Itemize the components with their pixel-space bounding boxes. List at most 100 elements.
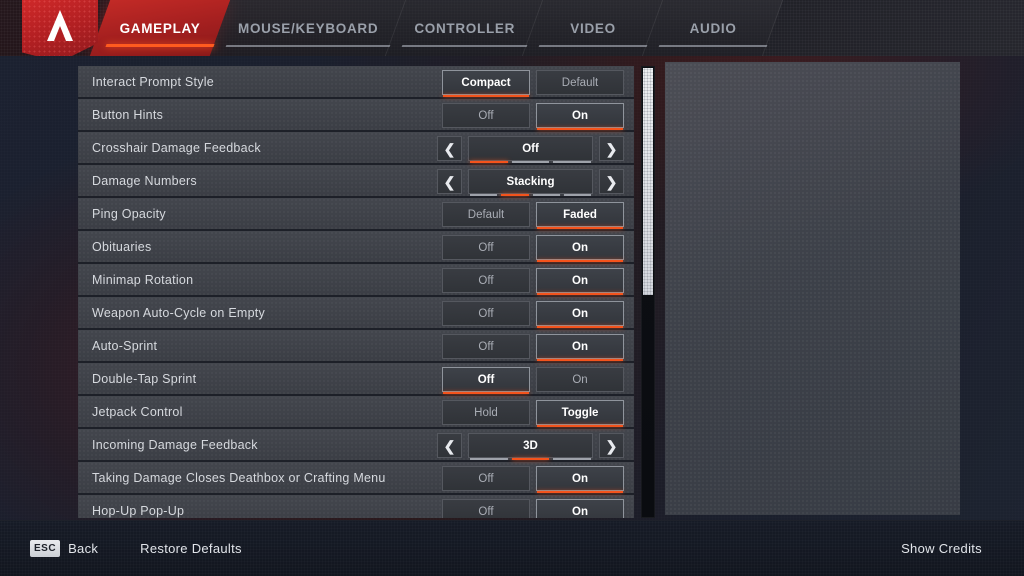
settings-row-label-minimap-rotation: Minimap Rotation: [92, 272, 194, 287]
tab-video-underline: [538, 45, 648, 47]
settings-row-label-hop-up-pop-up: Hop-Up Pop-Up: [92, 503, 185, 518]
option-interact-prompt-style-compact[interactable]: Compact: [442, 70, 530, 97]
back-label: Back: [68, 541, 99, 556]
chevron-left-icon[interactable]: ❮: [437, 433, 462, 458]
tab-audio-underline: [658, 45, 768, 47]
stepper-segment: [511, 458, 550, 460]
stepper-segment: [553, 161, 592, 163]
option-obituaries-on[interactable]: On: [536, 235, 624, 262]
settings-row-control-damage-numbers: ❮ Stacking ❯: [437, 165, 624, 198]
settings-row-weapon-auto-cycle-on-empty: Weapon Auto-Cycle on Empty Off On: [78, 297, 634, 330]
footer-left-actions: ESC Back Restore Defaults: [30, 540, 242, 557]
option-interact-prompt-style-default[interactable]: Default: [536, 70, 624, 95]
settings-row-jetpack-control: Jetpack Control Hold Toggle: [78, 396, 634, 429]
top-navigation-bar: GAMEPLAY MOUSE/KEYBOARD CONTROLLER VIDEO: [0, 0, 1024, 56]
option-taking-damage-closes-deathbox-or-crafting-menu-off[interactable]: Off: [442, 466, 530, 491]
stepper-segments-damage-numbers: [470, 194, 591, 196]
stepper-crosshair-damage-feedback: ❮ Off ❯: [437, 136, 624, 163]
settings-row-minimap-rotation: Minimap Rotation Off On: [78, 264, 634, 297]
settings-row-control-auto-sprint: Off On: [442, 330, 624, 363]
settings-row-control-hop-up-pop-up: Off On: [442, 495, 624, 518]
settings-row-auto-sprint: Auto-Sprint Off On: [78, 330, 634, 363]
stepper-damage-numbers: ❮ Stacking ❯: [437, 169, 624, 196]
settings-scrollbar-track[interactable]: [641, 66, 655, 518]
option-double-tap-sprint-off[interactable]: Off: [442, 367, 530, 394]
option-hop-up-pop-up-on[interactable]: On: [536, 499, 624, 518]
stepper-segments-incoming-damage-feedback: [470, 458, 592, 460]
stepper-incoming-damage-feedback: ❮ 3D ❯: [437, 433, 624, 460]
stepper-value-box-incoming-damage-feedback[interactable]: 3D: [468, 433, 593, 460]
stepper-segment: [470, 458, 508, 460]
settings-row-control-incoming-damage-feedback: ❮ 3D ❯: [437, 429, 624, 462]
stepper-value-box-damage-numbers[interactable]: Stacking: [468, 169, 593, 196]
option-double-tap-sprint-on[interactable]: On: [536, 367, 624, 392]
settings-row-label-jetpack-control: Jetpack Control: [92, 404, 183, 419]
stepper-segment: [501, 194, 529, 196]
tab-mouse-keyboard-label: MOUSE/KEYBOARD: [238, 20, 379, 36]
settings-row-label-auto-sprint: Auto-Sprint: [92, 338, 158, 353]
settings-row-control-button-hints: Off On: [442, 99, 624, 132]
tab-audio[interactable]: AUDIO: [642, 0, 784, 56]
settings-row-label-crosshair-damage-feedback: Crosshair Damage Feedback: [92, 140, 261, 155]
option-button-hints-off[interactable]: Off: [442, 103, 530, 128]
option-ping-opacity-faded[interactable]: Faded: [536, 202, 624, 229]
apex-legends-logo-icon: [22, 0, 98, 56]
settings-row-damage-numbers: Damage Numbers ❮ Stacking ❯: [78, 165, 634, 198]
back-button[interactable]: ESC Back: [30, 540, 98, 557]
option-hop-up-pop-up-off[interactable]: Off: [442, 499, 530, 518]
settings-row-incoming-damage-feedback: Incoming Damage Feedback ❮ 3D ❯: [78, 429, 634, 462]
restore-defaults-button[interactable]: Restore Defaults: [140, 541, 242, 556]
option-auto-sprint-off[interactable]: Off: [442, 334, 530, 359]
option-minimap-rotation-on[interactable]: On: [536, 268, 624, 295]
settings-row-label-damage-numbers: Damage Numbers: [92, 173, 197, 188]
option-weapon-auto-cycle-on-empty-on[interactable]: On: [536, 301, 624, 328]
settings-row-control-minimap-rotation: Off On: [442, 264, 624, 297]
chevron-right-icon[interactable]: ❯: [599, 433, 624, 458]
tab-controller[interactable]: CONTROLLER: [386, 0, 544, 56]
settings-row-label-ping-opacity: Ping Opacity: [92, 206, 166, 221]
settings-list-panel: Interact Prompt Style Compact Default Butto…: [78, 66, 634, 518]
settings-row-control-taking-damage-closes-deathbox-or-crafting-menu: Off On: [442, 462, 624, 495]
tab-gameplay-label: GAMEPLAY: [119, 20, 201, 36]
settings-row-label-interact-prompt-style: Interact Prompt Style: [92, 74, 214, 89]
settings-row-obituaries: Obituaries Off On: [78, 231, 634, 264]
tab-mouse-keyboard[interactable]: MOUSE/KEYBOARD: [209, 0, 407, 56]
option-minimap-rotation-off[interactable]: Off: [442, 268, 530, 293]
chevron-left-icon[interactable]: ❮: [437, 169, 462, 194]
settings-row-control-jetpack-control: Hold Toggle: [442, 396, 624, 429]
settings-row-taking-damage-closes-deathbox-or-crafting-menu: Taking Damage Closes Deathbox or Craftin…: [78, 462, 634, 495]
stepper-value-incoming-damage-feedback: 3D: [523, 439, 538, 452]
tab-controller-label: CONTROLLER: [414, 20, 516, 36]
option-weapon-auto-cycle-on-empty-off[interactable]: Off: [442, 301, 530, 326]
tab-audio-label: AUDIO: [689, 20, 737, 36]
show-credits-button[interactable]: Show Credits: [901, 541, 982, 556]
settings-row-control-obituaries: Off On: [442, 231, 624, 264]
tab-gameplay[interactable]: GAMEPLAY: [89, 0, 231, 56]
footer-right-actions: Show Credits: [901, 541, 982, 556]
stepper-segments-crosshair-damage-feedback: [470, 161, 592, 163]
tab-video[interactable]: VIDEO: [522, 0, 664, 56]
option-jetpack-control-toggle[interactable]: Toggle: [536, 400, 624, 427]
stepper-segment: [511, 161, 550, 163]
stepper-segment: [470, 194, 498, 196]
option-button-hints-on[interactable]: On: [536, 103, 624, 130]
option-obituaries-off[interactable]: Off: [442, 235, 530, 260]
chevron-right-icon[interactable]: ❯: [599, 169, 624, 194]
settings-scrollbar-thumb[interactable]: [643, 68, 653, 295]
option-ping-opacity-default[interactable]: Default: [442, 202, 530, 227]
settings-row-hop-up-pop-up: Hop-Up Pop-Up Off On: [78, 495, 634, 518]
option-taking-damage-closes-deathbox-or-crafting-menu-on[interactable]: On: [536, 466, 624, 493]
stepper-value-crosshair-damage-feedback: Off: [522, 142, 539, 155]
settings-row-crosshair-damage-feedback: Crosshair Damage Feedback ❮ Off ❯: [78, 132, 634, 165]
stepper-segment: [532, 194, 560, 196]
option-jetpack-control-hold[interactable]: Hold: [442, 400, 530, 425]
stepper-value-box-crosshair-damage-feedback[interactable]: Off: [468, 136, 593, 163]
stepper-value-damage-numbers: Stacking: [506, 175, 555, 188]
option-auto-sprint-on[interactable]: On: [536, 334, 624, 361]
chevron-right-icon[interactable]: ❯: [599, 136, 624, 161]
tab-gameplay-underline: [105, 44, 215, 47]
tab-controller-underline: [401, 45, 528, 47]
settings-row-label-weapon-auto-cycle-on-empty: Weapon Auto-Cycle on Empty: [92, 305, 266, 320]
chevron-left-icon[interactable]: ❮: [437, 136, 462, 161]
stepper-segment: [563, 194, 591, 196]
